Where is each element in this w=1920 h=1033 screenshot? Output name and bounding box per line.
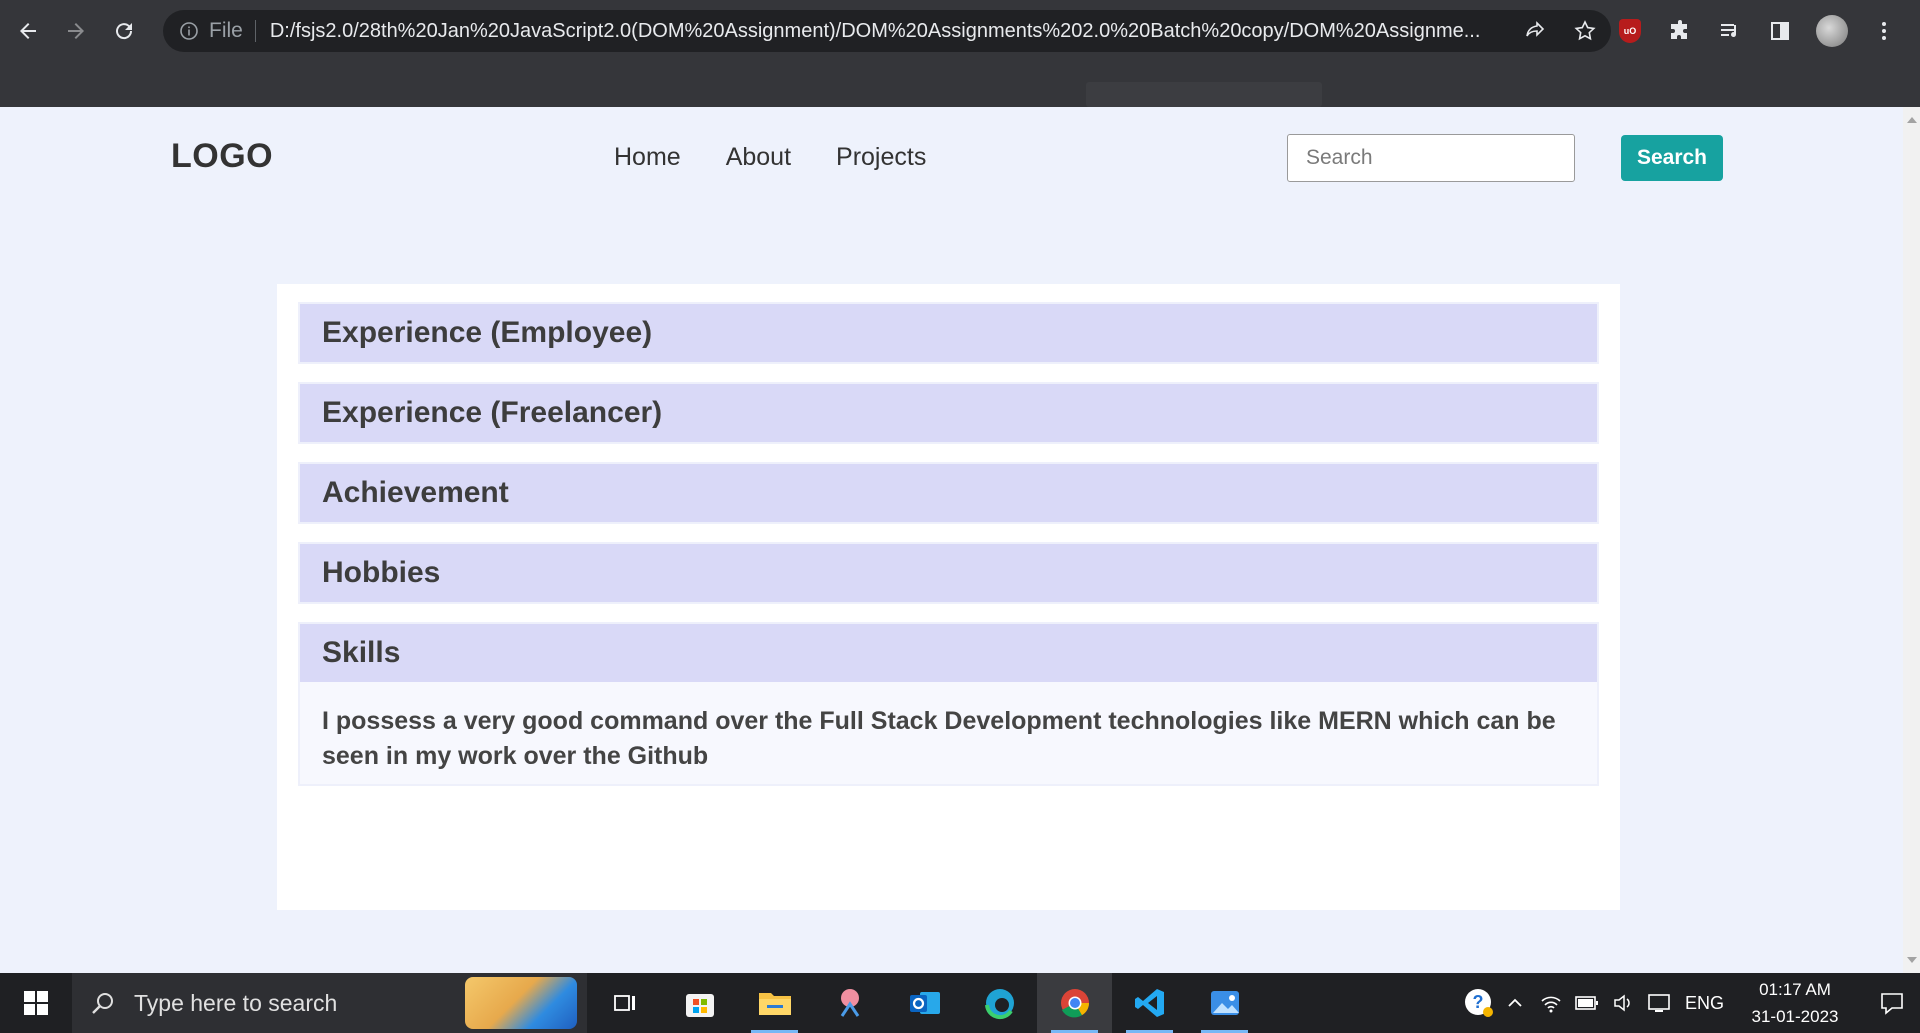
photos-icon	[1210, 991, 1239, 1015]
snipping-tool-button[interactable]	[812, 973, 887, 1033]
accordion-header-skills[interactable]: Skills	[300, 624, 1597, 682]
windows-logo-icon	[24, 991, 48, 1015]
address-bar[interactable]: File D:/fsjs2.0/28th%20Jan%20JavaScript2…	[163, 10, 1611, 52]
back-arrow-icon	[20, 23, 36, 39]
volume-icon[interactable]	[1605, 985, 1641, 1021]
microsoft-store-button[interactable]	[662, 973, 737, 1033]
search-icon	[92, 993, 113, 1014]
nav-link-projects[interactable]: Projects	[836, 143, 926, 172]
notification-icon	[1881, 993, 1903, 1015]
info-icon	[180, 22, 198, 40]
folder-icon	[758, 993, 791, 1015]
taskbar-search-placeholder: Type here to search	[134, 989, 338, 1016]
accordion-body-skills: I possess a very good command over the F…	[300, 682, 1597, 784]
media-playlist-icon[interactable]	[1716, 17, 1744, 45]
wifi-icon[interactable]	[1533, 985, 1569, 1021]
task-view-button[interactable]	[587, 973, 662, 1033]
clock-time: 01:17 AM	[1759, 980, 1831, 999]
browser-chrome: File D:/fsjs2.0/28th%20Jan%20JavaScript2…	[0, 0, 1920, 107]
search-button[interactable]: Search	[1621, 135, 1723, 181]
omnibox-actions	[1523, 19, 1597, 43]
taskbar-clock[interactable]: 01:17 AM 31-01-2023	[1740, 976, 1850, 1030]
accordion-item: Experience (Employee)	[298, 302, 1599, 364]
profile-avatar[interactable]	[1816, 15, 1848, 47]
clock-date: 31-01-2023	[1751, 1007, 1839, 1026]
vscode-button[interactable]	[1112, 973, 1187, 1033]
chevron-up-icon[interactable]	[1497, 985, 1533, 1021]
start-button[interactable]	[0, 973, 72, 1033]
url-text[interactable]: D:/fsjs2.0/28th%20Jan%20JavaScript2.0(DO…	[270, 20, 1518, 43]
photos-button[interactable]	[1187, 973, 1262, 1033]
accordion-item: Hobbies	[298, 542, 1599, 604]
share-icon[interactable]	[1523, 19, 1547, 43]
outlook-icon	[909, 992, 940, 1014]
accordion-header-experience-freelancer[interactable]: Experience (Freelancer)	[300, 384, 1597, 442]
ublock-extension-icon[interactable]: uO	[1616, 17, 1644, 45]
accordion-header-experience-employee[interactable]: Experience (Employee)	[300, 304, 1597, 362]
edge-icon	[984, 989, 1014, 1020]
microsoft-store-icon	[685, 994, 714, 1017]
taskbar-apps	[587, 973, 1262, 1033]
nav-link-home[interactable]: Home	[614, 143, 681, 172]
browser-toolbar: File D:/fsjs2.0/28th%20Jan%20JavaScript2…	[0, 0, 1920, 62]
extensions-puzzle-icon[interactable]	[1666, 17, 1694, 45]
bookmark-star-icon[interactable]	[1573, 19, 1597, 43]
help-icon[interactable]: ?	[1461, 985, 1497, 1021]
forward-button[interactable]	[56, 11, 96, 51]
accordion-item: Achievement	[298, 462, 1599, 524]
scroll-up-arrow-icon[interactable]	[1907, 117, 1917, 123]
chrome-icon	[1060, 989, 1089, 1018]
snipping-tool-icon	[840, 989, 859, 1017]
accordion-item: Experience (Freelancer)	[298, 382, 1599, 444]
taskbar-search-box[interactable]: Type here to search	[72, 973, 587, 1033]
battery-icon[interactable]	[1569, 985, 1605, 1021]
system-tray: ? ENG 01:17 AM 31-01-2023	[1461, 973, 1920, 1033]
windows-taskbar: Type here to search ? ENG 01:17 AM 31-01…	[0, 973, 1920, 1033]
accordion-item-expanded: Skills I possess a very good command ove…	[298, 622, 1599, 786]
accordion: Experience (Employee) Experience (Freela…	[277, 284, 1620, 910]
svg-text:?: ?	[1472, 992, 1483, 1012]
ublock-badge: uO	[1619, 19, 1641, 43]
edge-button[interactable]	[962, 973, 1037, 1033]
outlook-button[interactable]	[887, 973, 962, 1033]
page-scrollbar[interactable]	[1903, 107, 1920, 973]
forward-arrow-icon	[68, 23, 84, 39]
site-info-label[interactable]: File	[209, 19, 243, 43]
display-icon[interactable]	[1641, 985, 1677, 1021]
site-logo[interactable]: LOGO	[171, 137, 273, 176]
drag-tab-ghost	[1086, 82, 1322, 107]
nav-link-about[interactable]: About	[726, 143, 791, 172]
reload-icon	[116, 23, 133, 40]
file-explorer-button[interactable]	[737, 973, 812, 1033]
main-nav: Home About Projects	[614, 143, 926, 172]
browser-menu-icon[interactable]	[1870, 17, 1898, 45]
back-button[interactable]	[8, 11, 48, 51]
search-highlight-illustration	[465, 977, 577, 1029]
side-panel-icon[interactable]	[1766, 17, 1794, 45]
vscode-icon	[1134, 989, 1164, 1017]
notification-button[interactable]	[1864, 973, 1920, 1033]
page-viewport: LOGO Home About Projects Search Experien…	[0, 107, 1920, 973]
task-view-icon	[613, 995, 635, 1011]
search-input[interactable]	[1287, 134, 1575, 182]
accordion-header-achievement[interactable]: Achievement	[300, 464, 1597, 522]
language-indicator[interactable]: ENG	[1685, 993, 1724, 1014]
accordion-header-hobbies[interactable]: Hobbies	[300, 544, 1597, 602]
extensions-area: uO	[1616, 10, 1920, 52]
omnibox-divider	[254, 20, 256, 42]
reload-button[interactable]	[104, 11, 144, 51]
scroll-down-arrow-icon[interactable]	[1907, 957, 1917, 963]
chrome-button[interactable]	[1037, 973, 1112, 1033]
